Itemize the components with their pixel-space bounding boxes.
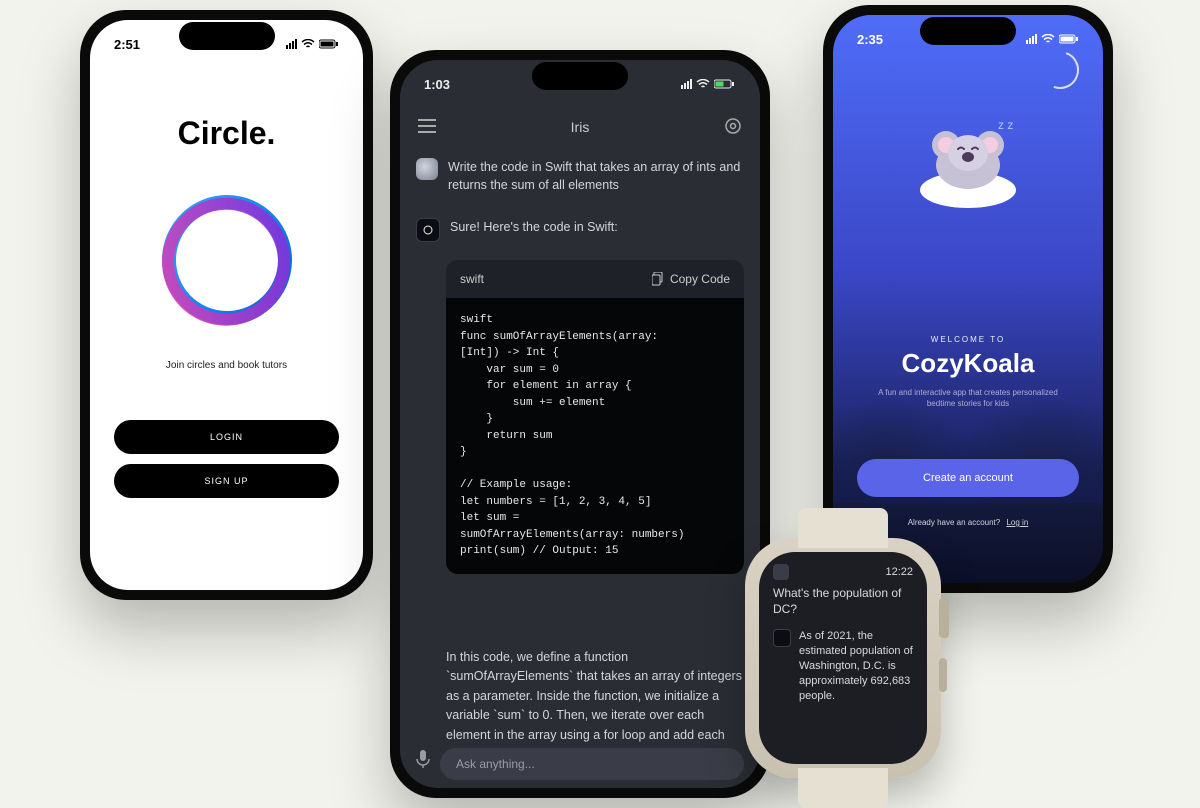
code-header: swift Copy Code: [446, 260, 744, 298]
watch-question: What's the population of DC?: [773, 586, 913, 617]
code-body: swift func sumOfArrayElements(array: [In…: [446, 298, 744, 574]
signal-icon: [286, 39, 297, 49]
signup-button[interactable]: SIGN UP: [114, 464, 339, 498]
circle-tagline: Join circles and book tutors: [90, 360, 363, 371]
watch-screen: 12:22 What's the population of DC? As of…: [759, 552, 927, 764]
circle-screen: 2:51 Circle. Joi: [90, 20, 363, 590]
cozy-phone: 2:35 z z WELCOME TO CozyKoala A fun and …: [823, 5, 1113, 593]
user-message: Write the code in Swift that takes an ar…: [416, 158, 744, 194]
code-language: swift: [460, 272, 484, 286]
circle-logo: [147, 180, 307, 340]
signal-icon: [681, 79, 692, 89]
status-time: 2:51: [114, 37, 140, 52]
copy-code-label: Copy Code: [670, 272, 730, 286]
login-link[interactable]: Log in: [1006, 518, 1028, 527]
watch-bot-icon: [773, 629, 791, 647]
wifi-icon: [301, 39, 315, 49]
code-card: swift Copy Code swift func sumOfArrayEle…: [446, 260, 744, 574]
watch-header: 12:22: [773, 564, 913, 580]
battery-icon: [714, 79, 736, 89]
circle-title: Circle.: [90, 115, 363, 152]
welcome-label: WELCOME TO: [931, 335, 1005, 344]
iris-header: Iris: [400, 110, 760, 144]
copy-icon: [652, 272, 664, 286]
status-icons: [1026, 34, 1079, 44]
user-message-text: Write the code in Swift that takes an ar…: [448, 158, 744, 194]
menu-icon[interactable]: [418, 119, 436, 136]
iris-phone: 1:03 Iris Write the code in Swift that t…: [390, 50, 770, 798]
notch: [920, 17, 1016, 45]
watch-band-bottom: [798, 768, 888, 808]
iris-screen: 1:03 Iris Write the code in Swift that t…: [400, 60, 760, 788]
notch: [179, 22, 275, 50]
wifi-icon: [696, 79, 710, 89]
koala-illustration: z z: [898, 105, 1038, 215]
circle-phone: 2:51 Circle. Joi: [80, 10, 373, 600]
watch-app-icon: [773, 564, 789, 580]
chat-placeholder: Ask anything...: [456, 757, 535, 771]
signal-icon: [1026, 34, 1037, 44]
battery-icon: [319, 39, 339, 49]
login-prompt-text: Already have an account?: [908, 518, 1001, 527]
status-icons: [681, 79, 736, 89]
status-time: 2:35: [857, 32, 883, 47]
create-account-button[interactable]: Create an account: [857, 459, 1079, 497]
status-icons: [286, 39, 339, 49]
iris-title: Iris: [571, 119, 590, 135]
chat-input[interactable]: Ask anything...: [440, 748, 744, 780]
wifi-icon: [1041, 34, 1055, 44]
mic-icon[interactable]: [416, 749, 430, 774]
battery-icon: [1059, 34, 1079, 44]
user-avatar: [416, 158, 438, 180]
login-button[interactable]: LOGIN: [114, 420, 339, 454]
watch-answer-row: As of 2021, the estimated population of …: [773, 629, 913, 703]
watch-side-button[interactable]: [939, 658, 947, 692]
cozy-screen: 2:35 z z WELCOME TO CozyKoala A fun and …: [833, 15, 1103, 583]
bot-avatar: [416, 218, 440, 242]
copy-code-button[interactable]: Copy Code: [652, 272, 730, 286]
watch-device: 12:22 What's the population of DC? As of…: [745, 538, 941, 778]
status-time: 1:03: [424, 77, 450, 92]
watch-band-top: [798, 508, 888, 548]
watch-time: 12:22: [885, 566, 913, 578]
watch-crown[interactable]: [939, 598, 949, 638]
watch-answer: As of 2021, the estimated population of …: [799, 629, 913, 703]
svg-text:z z: z z: [998, 118, 1013, 132]
settings-icon[interactable]: [724, 117, 742, 138]
bot-message-text: Sure! Here's the code in Swift:: [450, 218, 618, 242]
notch: [532, 62, 628, 90]
bot-message: Sure! Here's the code in Swift:: [416, 218, 744, 242]
